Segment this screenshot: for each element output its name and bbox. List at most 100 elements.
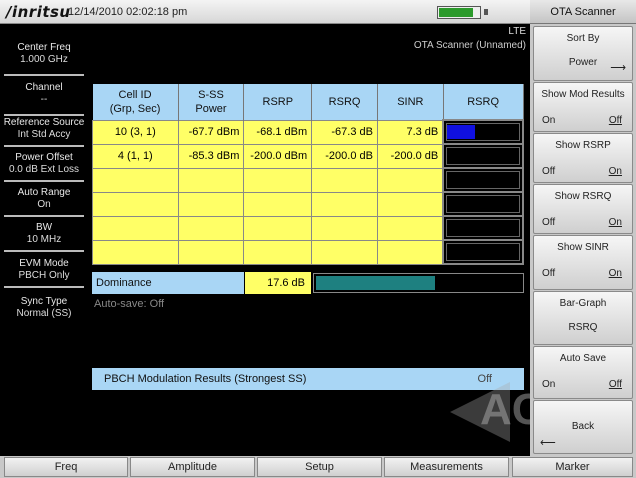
rsrq-bar [446,171,520,189]
dominance-bar-fill [316,276,436,290]
rsrq-bar [446,243,520,261]
show-rsrp-button[interactable]: Show RSRP Off On [533,133,633,183]
battery-level-fill [439,8,474,17]
dominance-value: 17.6 dB [245,272,311,294]
col-header-cell-id: Cell ID (Grp, Sec) [92,84,179,120]
rsrq-bar-cell [442,191,524,217]
softkey-panel: OTA Scanner Sort By Power ⟶ Show Mod Res… [530,0,636,456]
show-sinr-button[interactable]: Show SINR Off On [533,235,633,290]
rsrp-value [243,167,313,193]
show-mod-results-button[interactable]: Show Mod Results On Off [533,82,633,132]
divider [4,145,84,147]
rsrp-value: -200.0 dBm [243,143,313,169]
back-arrow-icon: ⟵ [540,437,556,449]
rsrq-bar [446,195,520,213]
main-menu-bar: Freq Amplitude Setup Measurements Marker [0,456,636,478]
cell-id [92,239,179,265]
menu-setup[interactable]: Setup [257,457,382,477]
table-row [92,239,524,265]
rsrq-bar-cell [442,215,524,241]
rsrq-bar-cell [442,167,524,193]
pbch-label: PBCH Modulation Results (Strongest SS) [104,373,307,385]
ss-power: -67.7 dBm [177,119,245,145]
show-rsrq-button[interactable]: Show RSRQ Off On [533,184,633,234]
param-center-freq: Center Freq 1.000 GHz [17,42,71,65]
rsrq-value [311,239,378,265]
param-bw: BW 10 MHz [26,222,62,245]
rsrq-value [311,191,378,217]
cell-id [92,167,179,193]
bar-graph-button[interactable]: Bar-Graph RSRQ [533,291,633,345]
ss-power [177,191,245,217]
rsrq-value: -200.0 dB [311,143,378,169]
table-row [92,167,524,193]
rsrq-bar [446,219,520,237]
rsrp-value [243,215,313,241]
divider [4,180,84,182]
table-header-row: Cell ID (Grp, Sec) S-SS Power RSRP RSRQ SI… [92,84,524,120]
mode-subtitle: OTA Scanner (Unnamed) [413,40,526,51]
param-sync-type: Sync Type Normal (SS) [16,296,72,319]
battery-tip-icon [484,9,488,15]
status-bar: /inritsu 12/14/2010 02:02:18 pm [0,0,530,24]
dominance-bar [313,273,524,293]
pbch-state: Off [477,373,492,385]
battery-icon [437,6,481,19]
rsrq-bar-cell [442,239,524,265]
rsrp-value [243,191,313,217]
back-button[interactable]: Back ⟵ [533,400,633,454]
menu-amplitude[interactable]: Amplitude [130,457,255,477]
autosave-status: Auto-save: Off [94,298,165,310]
table-row: 4 (1, 1) -85.3 dBm -200.0 dBm -200.0 dB -200… [92,143,524,169]
menu-measurements[interactable]: Measurements [384,457,509,477]
cell-id: 4 (1, 1) [92,143,179,169]
auto-save-button[interactable]: Auto Save On Off [533,346,633,399]
divider [4,286,84,288]
cell-id: 10 (3, 1) [92,119,179,145]
ss-power [177,239,245,265]
divider [4,114,84,116]
submenu-arrow-icon: ⟶ [610,62,626,74]
brand-logo: /inritsu [6,3,71,21]
date-time: 12/14/2010 02:02:18 pm [68,6,188,18]
rsrp-value [243,239,313,265]
rsrq-bar [446,123,520,141]
cell-id [92,191,179,217]
sinr-value [376,191,444,217]
sort-by-button[interactable]: Sort By Power ⟶ [533,26,633,81]
divider [4,215,84,217]
col-header-power: S-SS Power [178,84,245,120]
table-row: 10 (3, 1) -67.7 dBm -68.1 dBm -67.3 dB 7.3 d… [92,119,524,145]
rsrq-bar [446,147,520,165]
menu-marker[interactable]: Marker [512,457,633,477]
sinr-value [376,167,444,193]
divider [4,74,84,76]
param-reference-source: Reference Source Int Std Accy [3,117,85,140]
param-channel: Channel -- [25,82,63,105]
cell-id [92,215,179,241]
parameter-panel: Center Freq 1.000 GHz Channel -- Referen… [0,24,88,456]
col-header-sinr: SINR [377,84,444,120]
menu-title: OTA Scanner [530,0,636,24]
ss-power: -85.3 dBm [177,143,245,169]
pbch-results-bar: PBCH Modulation Results (Strongest SS) O… [92,368,524,390]
table-row [92,215,524,241]
rsrq-value: -67.3 dB [311,119,378,145]
sinr-value [376,215,444,241]
rsrq-value [311,215,378,241]
param-auto-range: Auto Range On [17,187,71,210]
rsrp-value: -68.1 dBm [243,119,313,145]
ss-power [177,215,245,241]
col-header-rsrp: RSRP [243,84,313,120]
sinr-value: 7.3 dB [376,119,444,145]
sinr-value: -200.0 dB [376,143,444,169]
rsrq-bar-cell [442,119,524,145]
menu-freq[interactable]: Freq [4,457,128,477]
param-power-offset: Power Offset 0.0 dB Ext Loss [8,152,80,175]
ss-power [177,167,245,193]
col-header-rsrq: RSRQ [311,84,378,120]
param-evm-mode: EVM Mode PBCH Only [18,258,70,281]
sinr-value [376,239,444,265]
results-table: Cell ID (Grp, Sec) S-SS Power RSRP RSRQ SI… [92,84,524,265]
rsrq-bar-cell [442,143,524,169]
